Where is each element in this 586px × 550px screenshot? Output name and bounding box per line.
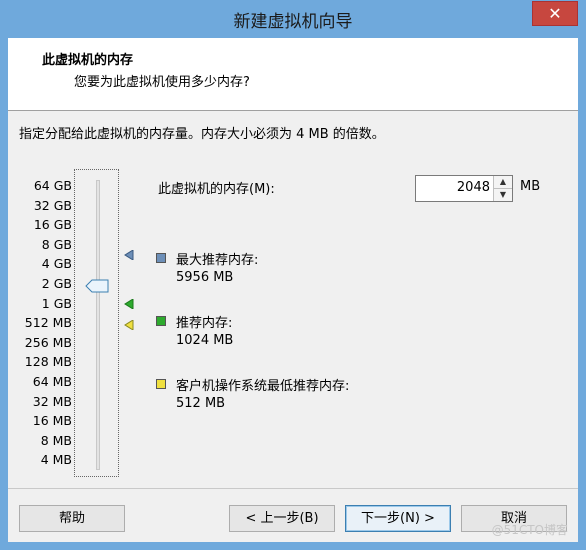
watermark: @51CTO博客 (491, 523, 568, 537)
wizard-header: 此虚拟机的内存 您要为此虚拟机使用多少内存? (8, 38, 578, 111)
next-button[interactable]: 下一步(N) > (345, 505, 451, 532)
recommended-value: 1024 MB (176, 333, 234, 348)
recommended-label: 推荐内存: (176, 316, 233, 331)
recommended-marker-icon (124, 298, 134, 313)
slider-track[interactable] (96, 180, 100, 470)
page-subtitle: 您要为此虚拟机使用多少内存? (74, 75, 250, 90)
tick-label: 4 GB (41, 256, 72, 272)
memory-input[interactable]: 2048 (457, 180, 490, 195)
decrement-icon[interactable]: ▼ (494, 189, 512, 201)
window-title: 新建虚拟机向导 (233, 12, 353, 32)
slider-thumb[interactable] (85, 279, 109, 297)
guest-min-label: 客户机操作系统最低推荐内存: (176, 379, 350, 394)
memory-label: 此虚拟机的内存(M): (158, 182, 275, 197)
max-recommended-label: 最大推荐内存: (176, 253, 259, 268)
tick-label: 256 MB (24, 334, 72, 350)
footer-divider (8, 488, 578, 489)
tick-label: 4 MB (40, 452, 72, 468)
wizard-body: 此虚拟机的内存 您要为此虚拟机使用多少内存? 指定分配给此虚拟机的内存量。内存大… (8, 38, 578, 542)
tick-label: 32 GB (33, 197, 72, 213)
guest-min-marker-icon (124, 319, 134, 334)
tick-label: 512 MB (24, 315, 72, 331)
guest-min-swatch-icon (156, 379, 166, 389)
memory-description: 指定分配给此虚拟机的内存量。内存大小必须为 4 MB 的倍数。 (19, 127, 385, 142)
tick-label: 1 GB (41, 295, 72, 311)
close-button[interactable]: ✕ (532, 1, 578, 26)
tick-label: 128 MB (24, 354, 72, 370)
memory-spinbox[interactable]: 2048 ▲ ▼ (415, 175, 513, 202)
tick-label: 64 GB (33, 178, 72, 193)
tick-label: 16 GB (33, 217, 72, 233)
tick-label: 32 MB (32, 393, 72, 409)
tick-label: 8 GB (41, 236, 72, 252)
spin-buttons: ▲ ▼ (493, 176, 512, 201)
memory-scale: 64 GB 32 GB 16 GB 8 GB 4 GB 2 GB 1 GB 51… (8, 176, 72, 470)
help-button[interactable]: 帮助 (19, 505, 125, 532)
memory-unit: MB (520, 179, 541, 194)
page-title: 此虚拟机的内存 (42, 53, 134, 68)
max-recommended-marker-icon (124, 249, 134, 264)
tick-label: 8 MB (40, 432, 72, 448)
back-button[interactable]: < 上一步(B) (229, 505, 335, 532)
tick-label: 2 GB (41, 275, 72, 291)
tick-label: 16 MB (32, 413, 72, 429)
tick-label: 64 MB (32, 373, 72, 389)
increment-icon[interactable]: ▲ (494, 176, 512, 189)
max-recommended-swatch-icon (156, 253, 166, 263)
wizard-window: 新建虚拟机向导 ✕ 此虚拟机的内存 您要为此虚拟机使用多少内存? 指定分配给此虚… (0, 0, 586, 550)
title-bar: 新建虚拟机向导 ✕ (0, 0, 586, 38)
recommended-swatch-icon (156, 316, 166, 326)
memory-slider[interactable] (74, 169, 119, 477)
guest-min-value: 512 MB (176, 396, 226, 411)
max-recommended-value: 5956 MB (176, 270, 234, 285)
